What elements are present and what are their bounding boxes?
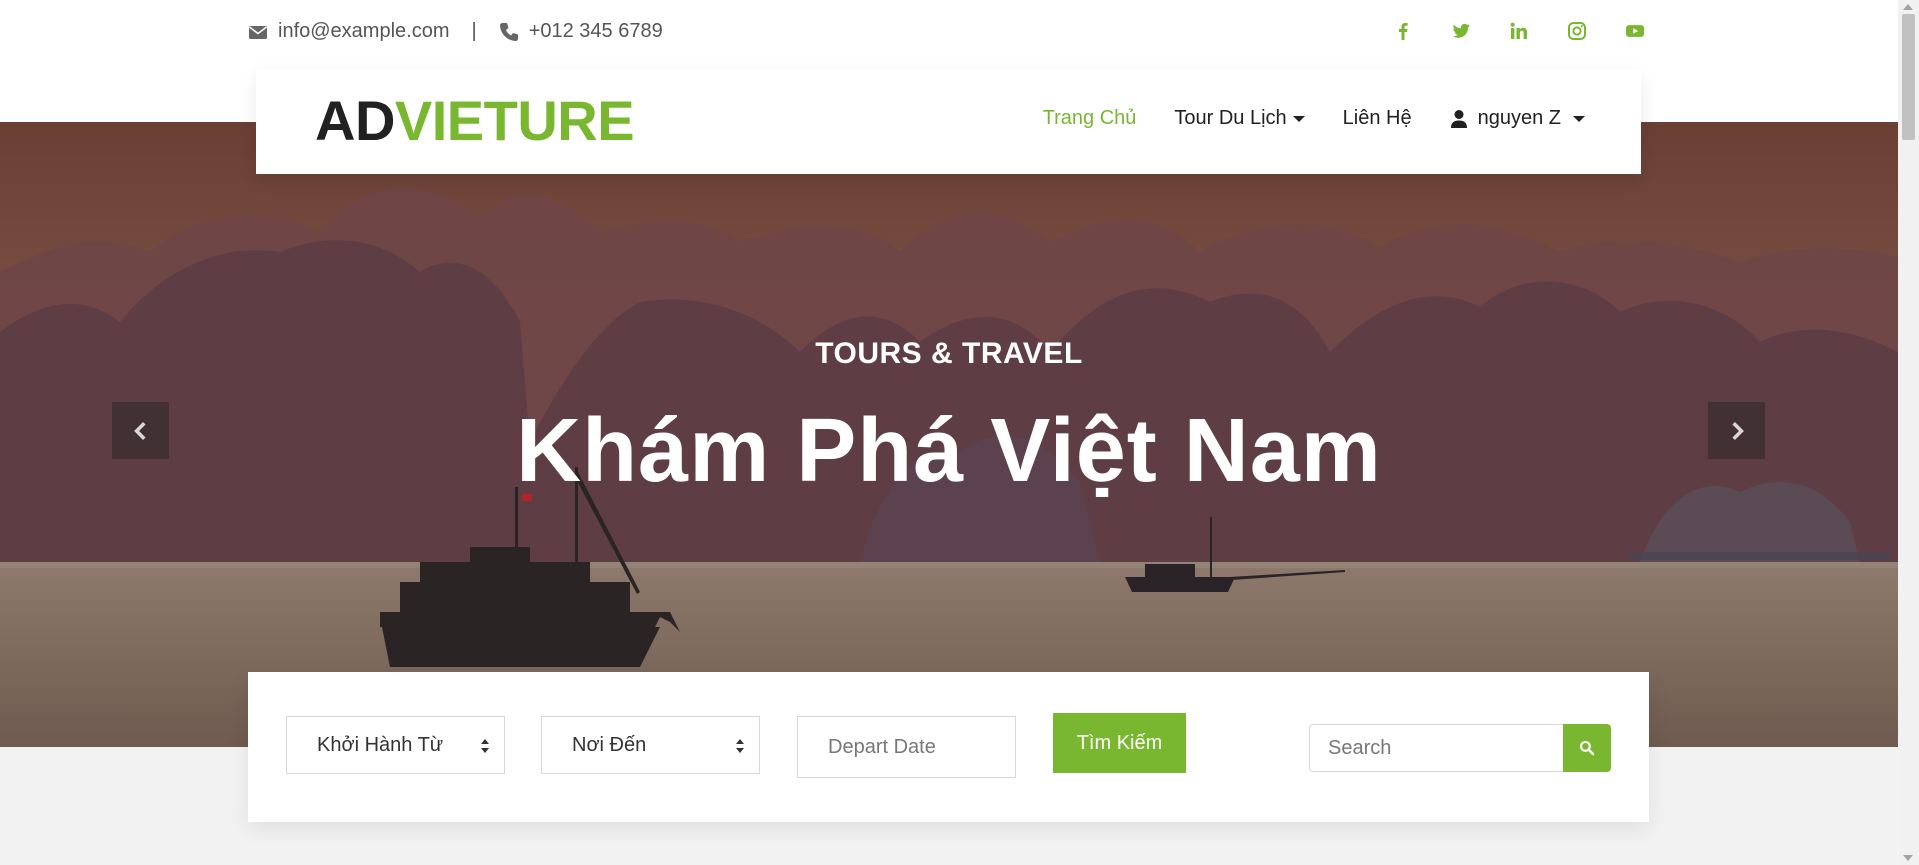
contact-separator: | [471,20,477,42]
instagram-icon[interactable] [1566,20,1588,42]
carousel-prev-button[interactable] [112,402,169,459]
nav-item-user-menu[interactable]: nguyen Z [1450,107,1585,130]
destination-select-value: Nơi Đến [572,733,647,756]
nav-item-tours[interactable]: Tour Du Lịch [1174,107,1305,130]
keyword-search-input[interactable]: Search [1309,724,1565,772]
nav-item-home[interactable]: Trang Chủ [1043,107,1137,130]
scroll-thumb[interactable] [1902,14,1915,140]
envelope-icon [248,22,268,42]
nav-menu: Trang Chủ Tour Du Lịch Liên Hệ nguyen Z [1043,107,1585,130]
hero-carousel: TOURS & TRAVEL Khám Phá Việt Nam [0,122,1898,747]
tour-search-panel: Khởi Hành Từ Nơi Đến Depart Date Tìm Kiế… [248,672,1649,822]
hero-subtitle: TOURS & TRAVEL [815,337,1083,370]
social-links [1392,20,1646,42]
page-scrollbar[interactable] [1898,0,1919,865]
search-submit-button[interactable]: Tìm Kiếm [1053,713,1186,773]
nav-item-contact[interactable]: Liên Hệ [1343,107,1412,130]
caret-down-icon [1573,115,1585,122]
chevron-left-icon [133,421,146,440]
phone-icon [499,22,519,42]
sort-arrows-icon [736,739,744,753]
email-link[interactable]: info@example.com [278,20,449,43]
facebook-icon[interactable] [1392,20,1414,42]
scroll-down-arrow-icon[interactable] [1903,855,1913,861]
departure-select[interactable]: Khởi Hành Từ [286,716,505,774]
sort-arrows-icon [481,739,489,753]
chevron-right-icon [1731,421,1744,440]
carousel-next-button[interactable] [1708,402,1765,459]
phone-link[interactable]: +012 345 6789 [529,20,663,43]
main-navbar: ADVIETURE Trang Chủ Tour Du Lịch Liên Hệ… [256,69,1641,174]
keyword-search-button[interactable] [1563,724,1611,772]
brand-logo[interactable]: ADVIETURE [315,93,635,149]
brand-part-2: VIETURE [394,89,635,152]
user-icon [1450,109,1468,129]
youtube-icon[interactable] [1624,20,1646,42]
brand-part-1: AD [315,89,395,152]
nav-item-tours-label: Tour Du Lịch [1174,107,1287,129]
hero-title: Khám Phá Việt Nam [516,401,1382,501]
depart-date-input[interactable]: Depart Date [797,716,1016,778]
user-name: nguyen Z [1477,107,1561,129]
linkedin-icon[interactable] [1508,20,1530,42]
destination-select[interactable]: Nơi Đến [541,716,760,774]
scroll-up-arrow-icon[interactable] [1903,4,1913,10]
caret-down-icon [1292,115,1305,122]
search-icon [1579,740,1595,756]
twitter-icon[interactable] [1450,20,1472,42]
departure-select-value: Khởi Hành Từ [317,733,444,756]
contact-info: info@example.com | +012 345 6789 [248,20,663,43]
